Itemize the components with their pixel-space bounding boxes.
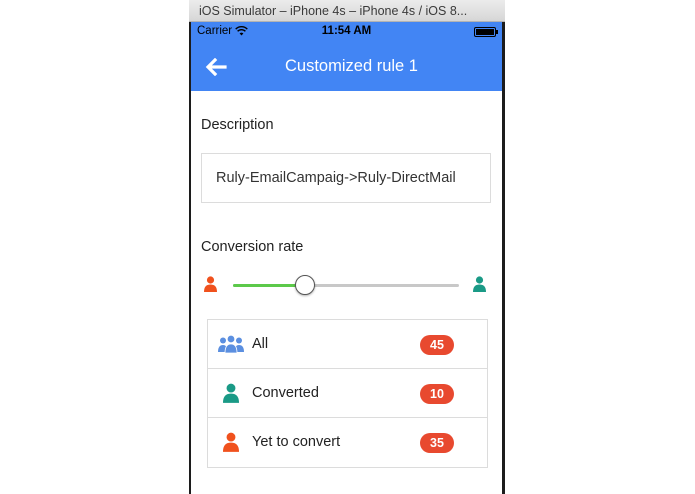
list-item-yet-to-convert[interactable]: Yet to convert 35 — [208, 418, 487, 467]
description-label: Description — [201, 117, 274, 133]
list-item-label: Converted — [252, 385, 319, 401]
window-title: iOS Simulator – iPhone 4s – iPhone 4s / … — [189, 0, 505, 22]
person-teal-icon — [218, 382, 244, 404]
person-orange-icon — [218, 431, 244, 453]
count-badge: 10 — [420, 384, 454, 404]
description-field[interactable]: Ruly-EmailCampaig->Ruly-DirectMail — [201, 153, 491, 203]
page-title: Customized rule 1 — [285, 57, 418, 75]
simulator-window: iOS Simulator – iPhone 4s – iPhone 4s / … — [189, 0, 505, 494]
person-orange-icon — [204, 276, 217, 292]
conversion-rate-label: Conversion rate — [201, 239, 304, 255]
list-item-all[interactable]: All 45 — [208, 320, 487, 369]
nav-bar: Customized rule 1 — [191, 42, 502, 91]
list-item-label: Yet to convert — [252, 434, 341, 450]
conversion-rate-slider[interactable] — [233, 275, 459, 295]
list-item-converted[interactable]: Converted 10 — [208, 369, 487, 418]
phone-screen: Carrier 11:54 AM Customized rule 1 Descr… — [191, 22, 502, 494]
count-badge: 35 — [420, 433, 454, 453]
battery-icon — [474, 27, 498, 37]
status-bar: Carrier 11:54 AM — [191, 22, 502, 42]
slider-thumb[interactable] — [295, 275, 316, 295]
group-icon — [218, 333, 244, 355]
count-badge: 45 — [420, 335, 454, 355]
segment-list: All 45 Converted 10 Yet to convert 35 — [207, 319, 488, 468]
status-time: 11:54 AM — [321, 25, 372, 37]
person-teal-icon — [473, 276, 486, 292]
list-item-label: All — [252, 336, 269, 352]
